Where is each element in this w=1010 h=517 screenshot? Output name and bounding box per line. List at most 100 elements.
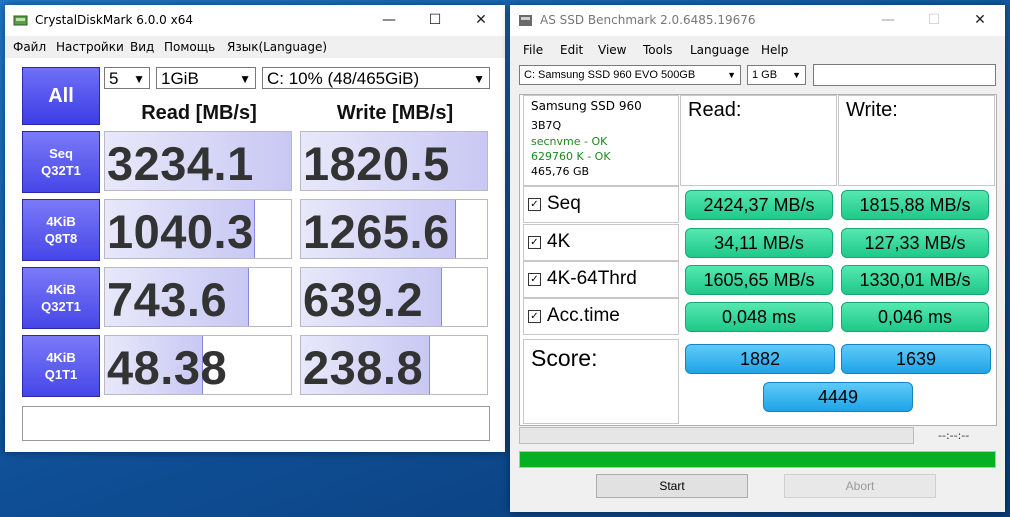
read-header: Read:	[688, 99, 742, 121]
chevron-down-icon: ▼	[473, 72, 485, 86]
minimize-button[interactable]: —	[865, 5, 911, 36]
score-label: Score:	[531, 345, 598, 371]
test-label-line2: Q32T1	[41, 163, 81, 178]
test-label-0[interactable]: Seq Q32T1	[22, 131, 100, 193]
drive-value: C: 10% (48/465GiB)	[267, 69, 420, 88]
chevron-down-icon: ▼	[133, 72, 145, 86]
test-label-line2: Q8T8	[44, 231, 78, 246]
drive-info-box: Samsung SSD 960 3B7Q secnvme - OK 629760…	[523, 95, 679, 186]
test-checkbox[interactable]: ✓	[528, 273, 541, 286]
menu-file[interactable]: File	[523, 43, 543, 57]
test-label-line1: 4KiB	[46, 350, 76, 365]
test-name: 4K-64Thrd	[547, 268, 637, 289]
drive-select[interactable]: C: 10% (48/465GiB) ▼	[262, 67, 490, 89]
menu-settings[interactable]: Настройки	[56, 40, 124, 54]
driver-status: secnvme - OK	[531, 135, 608, 148]
test-label-line2: Q1T1	[44, 367, 78, 382]
test-label-1[interactable]: 4KiB Q8T8	[22, 199, 100, 261]
menu-tools[interactable]: Tools	[643, 43, 673, 57]
drive-model: Samsung SSD 960	[531, 99, 642, 113]
minimize-button[interactable]: —	[366, 5, 412, 36]
abort-button[interactable]: Abort	[784, 474, 936, 498]
test-label-line1: Seq	[49, 146, 73, 161]
test-row-0: ✓ Seq	[523, 186, 679, 223]
start-button[interactable]: Start	[596, 474, 748, 498]
drive-value: C: Samsung SSD 960 EVO 500GB	[524, 69, 696, 81]
menu-file[interactable]: Файл	[13, 40, 46, 54]
test-row-2: ✓ 4K-64Thrd	[523, 261, 679, 298]
size-select[interactable]: 1 GB ▼	[747, 65, 806, 85]
write-result-cell: 238.8	[300, 335, 488, 395]
menu-view[interactable]: View	[598, 43, 626, 57]
read-result-cell: 1040.3	[104, 199, 292, 259]
read-result-value: 48.38	[107, 341, 228, 394]
maximize-button[interactable]: ☐	[911, 5, 957, 36]
test-label-line1: 4KiB	[46, 214, 76, 229]
cdm-title: CrystalDiskMark 6.0.0 x64	[35, 13, 193, 27]
cdm-titlebar[interactable]: CrystalDiskMark 6.0.0 x64 — ☐ ✕	[5, 5, 505, 36]
write-result-value: 0,046 ms	[841, 302, 989, 332]
menu-help[interactable]: Help	[761, 43, 788, 57]
read-result-value: 3234.1	[107, 137, 254, 190]
extra-input[interactable]	[813, 64, 996, 86]
chevron-down-icon: ▼	[792, 70, 801, 80]
drive-firmware: 3B7Q	[531, 119, 562, 132]
maximize-button[interactable]: ☐	[412, 5, 458, 36]
test-row-1: ✓ 4K	[523, 224, 679, 261]
test-checkbox[interactable]: ✓	[528, 236, 541, 249]
all-button[interactable]: All	[22, 67, 100, 125]
cdm-main: All 5 ▼ 1GiB ▼ C: 10% (48/465GiB) ▼ Read [M…	[5, 58, 505, 452]
size-select[interactable]: 1GiB ▼	[156, 67, 256, 89]
asssd-app-icon	[519, 15, 532, 26]
write-result-value: 127,33 MB/s	[841, 228, 989, 258]
alignment-status: 629760 K - OK	[531, 150, 611, 163]
asssd-window: AS SSD Benchmark 2.0.6485.19676 — ☐ ✕ Fi…	[510, 5, 1005, 512]
score-label-box: Score:	[523, 339, 679, 424]
drive-select[interactable]: C: Samsung SSD 960 EVO 500GB ▼	[519, 65, 741, 85]
comment-field[interactable]	[22, 406, 490, 441]
test-progress-bar	[519, 427, 914, 444]
test-name: Acc.time	[547, 305, 620, 326]
write-header: Write:	[846, 99, 898, 121]
test-checkbox[interactable]: ✓	[528, 198, 541, 211]
read-result-value: 2424,37 MB/s	[685, 190, 833, 220]
count-value: 5	[109, 69, 119, 88]
chevron-down-icon: ▼	[239, 72, 251, 86]
write-header-box: Write:	[838, 95, 995, 186]
overall-progress-bar	[519, 451, 996, 468]
test-label-2[interactable]: 4KiB Q32T1	[22, 267, 100, 329]
test-name: 4K	[547, 231, 571, 252]
menu-language[interactable]: Язык(Language)	[227, 40, 327, 54]
close-button[interactable]: ✕	[458, 5, 504, 36]
read-result-value: 1040.3	[107, 205, 254, 258]
read-result-cell: 743.6	[104, 267, 292, 327]
write-result-value: 639.2	[303, 273, 424, 326]
read-result-cell: 48.38	[104, 335, 292, 395]
menu-view[interactable]: Вид	[130, 40, 154, 54]
drive-capacity: 465,76 GB	[531, 165, 590, 178]
menu-edit[interactable]: Edit	[560, 43, 583, 57]
read-result-value: 0,048 ms	[685, 302, 833, 332]
close-button[interactable]: ✕	[957, 5, 1003, 36]
cdm-menubar: Файл Настройки Вид Помощь Язык(Language)	[5, 36, 505, 58]
asssd-titlebar[interactable]: AS SSD Benchmark 2.0.6485.19676 — ☐ ✕	[510, 5, 1005, 36]
write-result-value: 1815,88 MB/s	[841, 190, 989, 220]
elapsed-time: --:--:--	[938, 429, 970, 442]
overall-progress-fill	[520, 452, 995, 467]
menu-language[interactable]: Language	[690, 43, 749, 57]
menu-help[interactable]: Помощь	[164, 40, 215, 54]
score-write: 1639	[841, 344, 991, 374]
size-value: 1 GB	[752, 69, 778, 81]
count-select[interactable]: 5 ▼	[104, 67, 150, 89]
test-checkbox[interactable]: ✓	[528, 310, 541, 323]
read-result-cell: 3234.1	[104, 131, 292, 191]
score-total: 4449	[763, 382, 913, 412]
read-header-box: Read:	[680, 95, 837, 186]
write-column-header: Write [MB/s]	[336, 102, 454, 124]
write-result-cell: 639.2	[300, 267, 488, 327]
write-result-value: 238.8	[303, 341, 424, 394]
test-name: Seq	[547, 193, 581, 214]
write-result-cell: 1820.5	[300, 131, 488, 191]
write-result-value: 1330,01 MB/s	[841, 265, 989, 295]
test-label-3[interactable]: 4KiB Q1T1	[22, 335, 100, 397]
